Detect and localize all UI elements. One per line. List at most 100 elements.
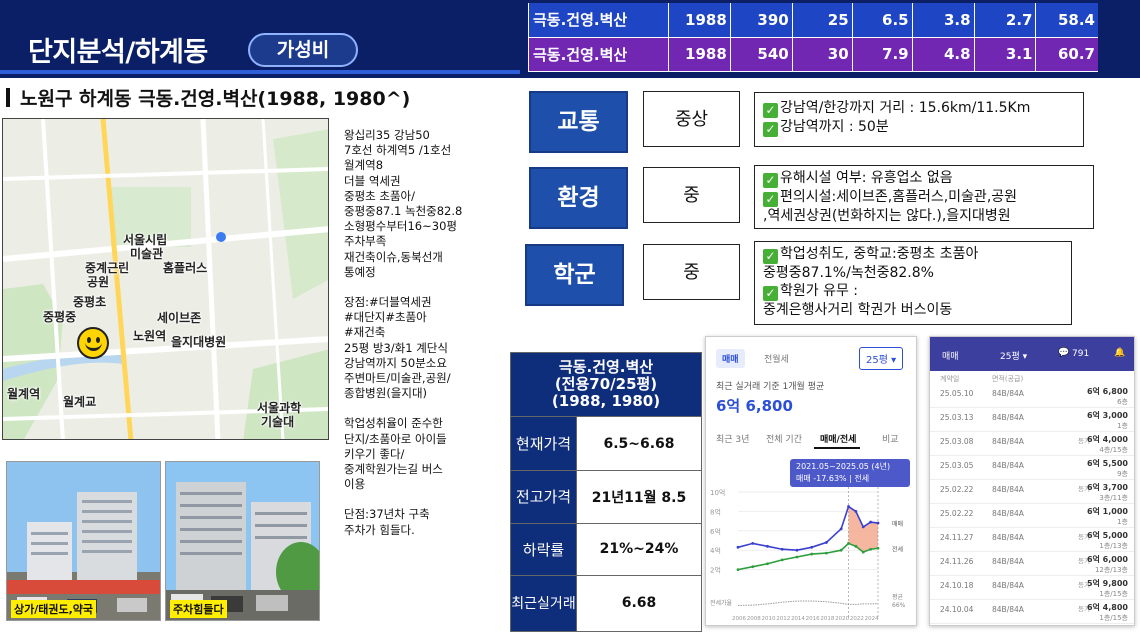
transaction-row[interactable]: 24.11.26 84B/84A 등기 6억 6,000 12층/13층 bbox=[930, 553, 1134, 576]
summary-cell: 58.4 bbox=[1035, 3, 1098, 38]
txn-date: 24.11.26 bbox=[940, 557, 974, 566]
data-point-rent bbox=[861, 550, 865, 554]
txn-tab-sale[interactable]: 매매 bbox=[942, 349, 959, 362]
series-line-rent bbox=[737, 542, 879, 571]
txn-floor: 12층/13층 bbox=[1094, 566, 1128, 574]
transaction-row[interactable]: 25.05.10 84B/84A 6억 6,800 6층 bbox=[930, 385, 1134, 408]
col-date-header: 계약일 bbox=[940, 375, 960, 383]
chevron-down-icon: ▾ bbox=[891, 355, 897, 366]
category-detail-environment: ✓ 유해시설 여부: 유흥업소 없음 ✓ 편의시설:세이브존,홈플러스,미술관,공원… bbox=[754, 165, 1094, 229]
data-point-rent bbox=[736, 568, 740, 571]
map-label: 을지대병원 bbox=[171, 335, 227, 349]
transaction-row[interactable]: 25.03.13 84B/84A 6억 3,000 1층 bbox=[930, 409, 1134, 432]
size-select[interactable]: 25평 ▾ bbox=[859, 347, 904, 370]
summary-row: 극동.건영.벽산 1988 390 25 6.5 3.8 2.7 58.4 bbox=[528, 3, 1098, 38]
category-detail-school: ✓ 학업성취도, 중학교:중평초 초품아 중평중87.1%/녹천중82.8% ✓ 학… bbox=[754, 241, 1072, 325]
summary-cell: 2.7 bbox=[973, 3, 1036, 38]
txn-floor: 4층/15층 bbox=[1099, 446, 1128, 454]
summary-cell: 1988 bbox=[667, 3, 731, 38]
note-line: 소형평수부터16~30평 bbox=[344, 219, 457, 234]
period-tab[interactable]: 비교 bbox=[882, 432, 899, 445]
tab-sale[interactable]: 매매 bbox=[716, 349, 745, 368]
data-point-sale bbox=[876, 521, 880, 525]
data-point-sale bbox=[825, 541, 828, 544]
txn-date: 25.03.13 bbox=[940, 413, 974, 422]
txn-floor: 3층/11층 bbox=[1099, 494, 1128, 502]
ratio-label: 전세가율 bbox=[710, 599, 733, 607]
legend-sale: 매매 bbox=[892, 520, 903, 528]
check-icon: ✓ bbox=[763, 249, 778, 264]
complex-photo-parking: 주차힘들다 bbox=[165, 461, 320, 621]
summary-cell: 극동.건영.벽산 bbox=[528, 37, 669, 72]
map-label: 미술관 bbox=[130, 247, 164, 261]
price-row: 최근실거래 6.68 bbox=[510, 574, 702, 633]
map-label: 월계교 bbox=[63, 395, 97, 409]
complex-photo-shops: 상가/태권도,약국 bbox=[6, 461, 161, 621]
price-row-label: 현재가격 bbox=[510, 416, 577, 472]
txn-price: 6억 6,000 bbox=[1086, 555, 1128, 564]
transaction-row[interactable]: 24.10.04 84B/84A 등기 6억 4,800 1층/15층 bbox=[930, 601, 1134, 624]
summary-cell: 3.1 bbox=[973, 37, 1036, 72]
category-grade-school: 중 bbox=[643, 244, 740, 300]
note-line: 이용 bbox=[344, 477, 366, 492]
y-tick-label: 2억 bbox=[710, 567, 721, 575]
highlight-area bbox=[848, 506, 878, 553]
y-tick-label: 10억 bbox=[710, 489, 725, 497]
page-title: 단지분석/하계동 bbox=[28, 37, 208, 68]
transaction-row[interactable]: 25.03.08 84B/84A 등기 6억 4,000 4층/15층 bbox=[930, 433, 1134, 456]
detail-line: ✓ 학업성취도, 중학교:중평초 초품아 bbox=[763, 245, 1063, 264]
detail-line-text: 중계은행사거리 학권가 버스이동 bbox=[763, 302, 953, 318]
txn-size-select[interactable]: 25평 ▾ bbox=[1000, 349, 1027, 362]
map-label: 중평중 bbox=[43, 310, 77, 324]
transaction-row[interactable]: 25.02.22 84B/84A 6억 1,000 1층 bbox=[930, 505, 1134, 528]
txn-price: 6억 4,000 bbox=[1086, 435, 1128, 444]
detail-line: ,역세권상권(번화하지는 않다.),을지대병원 bbox=[763, 207, 1085, 225]
tab-rent[interactable]: 전월세 bbox=[758, 349, 795, 368]
photo-caption-parking: 주차힘들다 bbox=[170, 600, 227, 618]
summary-cell: 극동.건영.벽산 bbox=[528, 3, 669, 38]
note-line: 장점:#더블역세권 bbox=[344, 295, 432, 310]
summary-cell: 3.8 bbox=[911, 3, 975, 38]
x-tick-label: 2020 bbox=[835, 616, 849, 622]
txn-floor: 1층/15층 bbox=[1099, 590, 1128, 598]
txn-floor: 9층 bbox=[1117, 470, 1128, 478]
bell-icon[interactable]: 🔔 bbox=[1114, 348, 1125, 358]
data-point-sale bbox=[839, 527, 843, 531]
data-point-rent bbox=[766, 562, 769, 566]
category-tag: 가성비 bbox=[248, 33, 358, 67]
txn-price: 5억 9,800 bbox=[1086, 579, 1128, 588]
size-select-value: 25평 bbox=[866, 355, 888, 366]
transaction-row[interactable]: 24.10.18 84B/84A 등기 5억 9,800 1층/15층 bbox=[930, 577, 1134, 600]
x-tick-label: 2024 bbox=[865, 616, 879, 622]
avg-label: 평균 bbox=[892, 593, 904, 601]
comment-count: 791 bbox=[1072, 349, 1090, 359]
area-map[interactable]: 서울시립 미술관 중계근린 공원 홈플러스 중평초 중평중 세이브존 노원역 을… bbox=[2, 118, 329, 440]
chart-tooltip: 2021.05~2025.05 (4년) 매매 -17.63% | 전세 -13… bbox=[790, 459, 910, 495]
note-line: 통예정 bbox=[344, 264, 376, 279]
transaction-row[interactable]: 25.03.05 84B/84A 6억 5,500 9층 bbox=[930, 457, 1134, 480]
data-point-rent bbox=[751, 565, 755, 569]
category-label-school: 학군 bbox=[525, 244, 624, 306]
period-tab[interactable]: 매매/전세 bbox=[820, 432, 856, 445]
check-icon: ✓ bbox=[763, 122, 778, 137]
data-point-sale bbox=[810, 545, 814, 549]
data-point-rent bbox=[876, 546, 880, 550]
note-line: 주변마트/미술관,공원/ bbox=[344, 371, 451, 386]
active-tab-underline bbox=[814, 447, 860, 449]
note-line: #대단지#초품아 bbox=[344, 310, 427, 325]
transaction-row[interactable]: 25.02.22 84B/84A 등기 6억 3,700 3층/11층 bbox=[930, 481, 1134, 504]
complex-heading-text: 노원구 하계동 극동.건영.벽산(1988, 1980^) bbox=[20, 88, 411, 110]
transaction-row[interactable]: 24.11.27 84B/84A 등기 6억 5,000 1층/13층 bbox=[930, 529, 1134, 552]
y-tick-label: 4억 bbox=[710, 547, 721, 555]
period-tab[interactable]: 최근 3년 bbox=[716, 432, 749, 445]
txn-price: 6억 4,800 bbox=[1086, 603, 1128, 612]
comment-icon[interactable]: 💬 bbox=[1058, 348, 1069, 358]
detail-line-text: ,역세권상권(번화하지는 않다.),을지대병원 bbox=[763, 208, 1011, 224]
check-icon: ✓ bbox=[763, 103, 778, 118]
txn-date: 24.10.18 bbox=[940, 581, 974, 590]
period-tab[interactable]: 전체 기간 bbox=[766, 432, 802, 445]
price-summary-table: 극동.건영.벽산 (전용70/25평) (1988, 1980) 현재가격 6.5… bbox=[510, 351, 702, 633]
detail-line-text: 유해시설 여부: 유흥업소 없음 bbox=[780, 170, 953, 186]
txn-floor: 1층/15층 bbox=[1099, 614, 1128, 622]
chevron-down-icon: ▾ bbox=[1022, 352, 1028, 362]
